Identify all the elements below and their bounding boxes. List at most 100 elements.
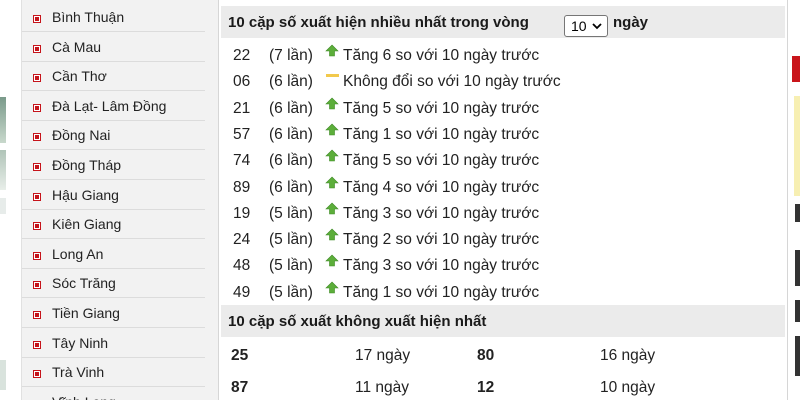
sidebar-item[interactable]: Hậu Giang [22,181,205,210]
cold-pair-number: 25 [231,347,249,364]
cold-pair-number: 80 [477,347,495,364]
occurrence-count: (6 lần) [269,73,313,91]
arrow-up-icon [325,97,339,109]
sidebar-item[interactable]: Kiên Giang [22,210,205,240]
occurrence-count: (6 lần) [269,152,313,170]
cold-pair-row: 87 11 ngày 12 10 ngày [219,375,785,400]
arrow-up-icon [325,176,339,188]
sidebar-item-label: Trà Vinh [52,364,105,381]
sidebar-item[interactable]: Đồng Nai [22,121,205,151]
square-bullet-icon [33,74,41,83]
sidebar-item-label: Cần Thơ [52,68,107,85]
partial-text-mark [795,336,800,376]
frequent-pair-row: 06 (6 lần) Không đổi so với 10 ngày trước [219,68,785,94]
sidebar-item[interactable]: Bình Thuận [22,3,205,32]
sidebar-item[interactable]: Trà Vinh [22,358,205,388]
trend-description: Tăng 6 so với 10 ngày trước [343,47,540,64]
cold-pair-number: 12 [477,379,495,396]
sidebar-item-label: Sóc Trăng [52,275,116,292]
trend-description: Tăng 1 so với 10 ngày trước [343,125,540,143]
occurrence-count: (6 lần) [269,125,313,143]
sidebar-item[interactable]: Tây Ninh [22,329,205,358]
sidebar-item[interactable]: Đồng Tháp [22,151,205,180]
square-bullet-icon [33,15,41,23]
sidebar-item-label: Đồng Tháp [52,157,122,173]
square-bullet-icon [33,370,41,379]
dash-icon [326,74,339,78]
trend-description: Tăng 2 so với 10 ngày trước [343,231,540,249]
arrow-up-icon [325,254,339,267]
square-bullet-icon [33,340,41,349]
sidebar-item[interactable]: Vĩnh Long [22,388,205,400]
frequent-pair-row: 74 (6 lần) Tăng 5 so với 10 ngày trước [219,147,785,173]
frequent-pairs-title: 10 cặp số xuất hiện nhiều nhất trong vòn… [228,14,529,31]
thumbnail-image[interactable] [0,198,6,214]
thumbnail-image[interactable] [0,150,6,190]
occurrence-count: (6 lần) [269,178,313,196]
occurrence-count: (7 lần) [269,47,313,64]
pair-number: 06 [233,73,251,91]
occurrence-count: (5 lần) [269,204,313,222]
sidebar-item-label: Tây Ninh [52,334,109,351]
arrow-up-icon [325,228,339,241]
occurrence-count: (6 lần) [269,99,313,117]
sidebar-item[interactable]: Cần Thơ [22,62,205,92]
sidebar-item-label: Hậu Giang [52,186,119,203]
chevron-down-icon [592,23,602,30]
square-bullet-icon [33,222,41,231]
sidebar-item[interactable]: Đà Lạt- Lâm Đồng [22,92,205,121]
column-gap [205,0,218,400]
thumbnail-image[interactable] [0,360,6,390]
pair-number: 19 [233,204,251,222]
partial-text-mark [795,204,800,222]
cold-pair-number: 87 [231,379,249,396]
trend-description: Tăng 5 so với 10 ngày trước [343,152,540,170]
period-select[interactable]: 10 [564,15,608,37]
province-sidebar: Bình Thuận Cà Mau Cần Thơ Đà Lạt- Lâm Đồng Đ… [21,0,206,400]
square-bullet-icon [33,281,41,290]
yellow-panel-edge [794,96,800,196]
red-banner-edge [792,56,800,82]
sidebar-item-label: Kiên Giang [52,216,122,233]
left-edge-thumbnails [0,0,21,400]
partial-text-mark [795,300,800,322]
sidebar-item-label: Long An [52,245,104,262]
right-edge-partial [789,0,800,400]
partial-text-mark [795,250,800,286]
pair-number: 22 [233,47,251,64]
trend-description: Tăng 3 so với 10 ngày trước [343,204,540,222]
occurrence-count: (5 lần) [269,283,313,301]
arrow-up-icon [325,202,339,215]
pair-number: 49 [233,283,251,301]
square-bullet-icon [33,44,41,53]
frequent-pair-row: 49 (5 lần) Tăng 1 so với 10 ngày trước [219,279,785,305]
period-select-value: 10 [571,18,587,34]
thumbnail-image[interactable] [0,97,6,143]
square-bullet-icon [33,103,41,112]
occurrence-count: (5 lần) [269,231,313,249]
frequent-pair-row: 48 (5 lần) Tăng 3 so với 10 ngày trước [219,252,785,278]
days-absent: 11 ngày [355,379,410,396]
trend-description: Tăng 4 so với 10 ngày trước [343,178,540,196]
pair-number: 89 [233,178,251,196]
frequent-pair-row: 19 (5 lần) Tăng 3 so với 10 ngày trước [219,200,785,226]
page: Bình Thuận Cà Mau Cần Thơ Đà Lạt- Lâm Đồng Đ… [0,0,800,400]
square-bullet-icon [33,311,41,319]
sidebar-item-label: Bình Thuận [52,9,125,25]
trend-description: Tăng 5 so với 10 ngày trước [343,99,540,117]
days-absent: 10 ngày [600,379,656,396]
frequent-pair-row: 89 (6 lần) Tăng 4 so với 10 ngày trước [219,174,785,200]
cold-pairs-header: 10 cặp số xuất không xuất hiện nhất [221,305,785,337]
cold-pairs-title: 10 cặp số xuất không xuất hiện nhất [228,313,487,330]
square-bullet-icon [33,192,41,201]
cold-pair-row: 25 17 ngày 80 16 ngày [219,343,785,369]
sidebar-item[interactable]: Cà Mau [22,33,205,62]
frequent-pair-row: 22 (7 lần) Tăng 6 so với 10 ngày trước [219,42,785,68]
sidebar-item[interactable]: Tiền Giang [22,299,205,328]
trend-description: Tăng 3 so với 10 ngày trước [343,257,540,275]
sidebar-item[interactable]: Sóc Trăng [22,269,205,299]
arrow-up-icon [325,123,339,136]
frequent-pair-row: 24 (5 lần) Tăng 2 so với 10 ngày trước [219,226,785,252]
sidebar-item[interactable]: Long An [22,240,205,269]
stats-panel: 10 cặp số xuất hiện nhiều nhất trong vòn… [218,0,788,400]
